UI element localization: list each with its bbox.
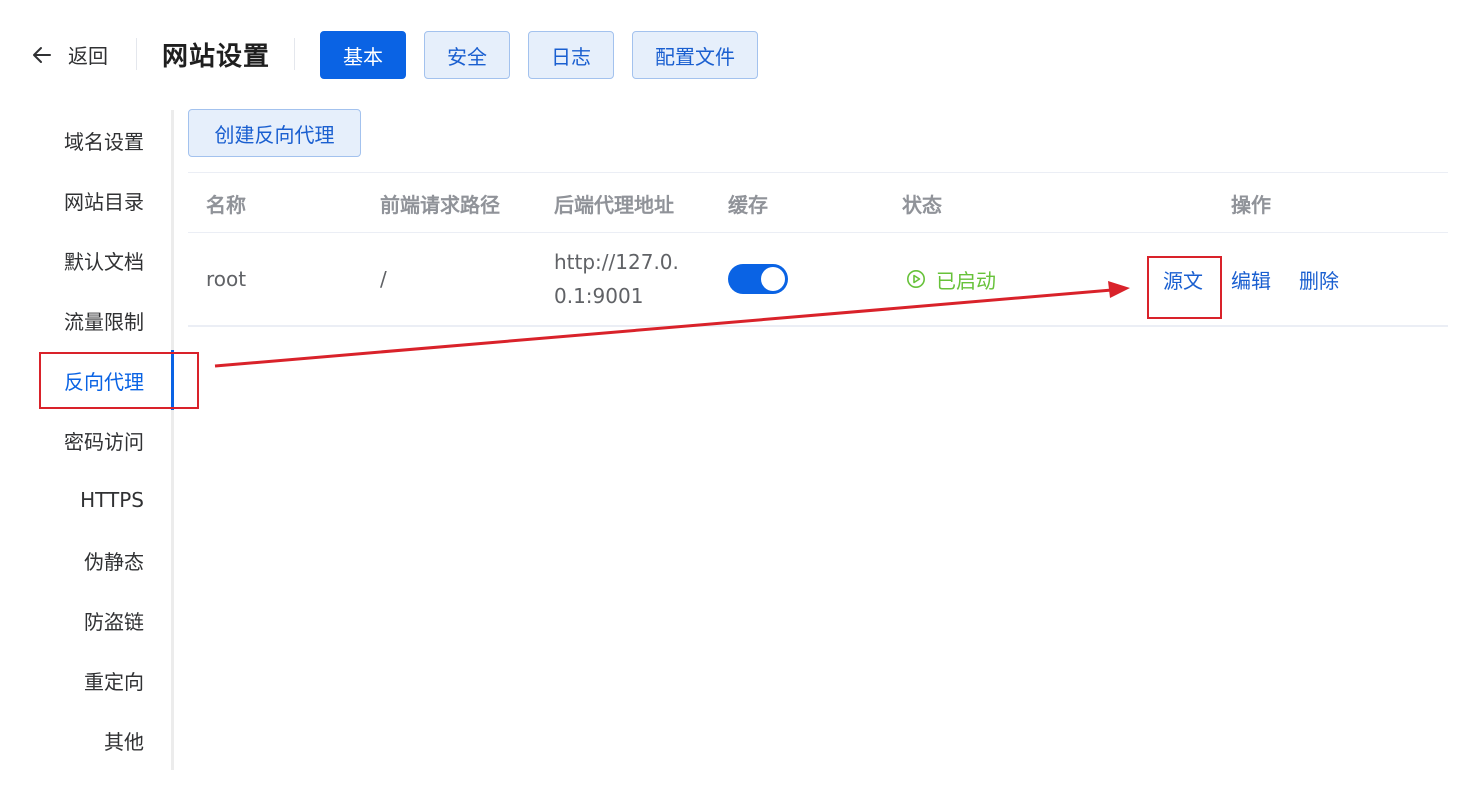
cell-edit-action: 编辑: [1231, 233, 1271, 325]
table-row: root / http://127.0.0.1:9001 已启动 源文 编辑 删…: [188, 233, 1448, 327]
back-button[interactable]: 返回: [30, 40, 108, 69]
table-header: 名称 前端请求路径 后端代理地址 缓存 状态 操作: [188, 172, 1448, 233]
cache-toggle[interactable]: [728, 264, 788, 294]
status-label: 已启动: [936, 268, 996, 293]
delete-link[interactable]: 删除: [1299, 265, 1339, 294]
create-reverse-proxy-button[interactable]: 创建反向代理: [188, 109, 361, 157]
divider: [294, 38, 295, 70]
cell-path: /: [380, 267, 387, 291]
arrow-left-icon: [33, 46, 51, 63]
page-title: 网站设置: [162, 42, 271, 72]
highlight-box-reverse-proxy: [39, 352, 199, 409]
highlight-box-source-link: [1147, 256, 1222, 319]
sidebar-item-redirect[interactable]: 重定向: [40, 650, 171, 710]
status-badge: 已启动: [906, 265, 996, 294]
website-settings-page: 返回 网站设置 基本 安全 日志 配置文件 域名设置 网站目录 默认文档 流量限…: [0, 0, 1478, 798]
play-circle-icon: [907, 270, 925, 288]
column-header-status: 状态: [902, 192, 942, 217]
column-header-actions: 操作: [1231, 192, 1271, 217]
sidebar-item-default-doc[interactable]: 默认文档: [40, 230, 171, 290]
sidebar-divider: [171, 110, 174, 770]
sidebar-item-traffic-limit[interactable]: 流量限制: [40, 290, 171, 350]
sidebar-item-password-access[interactable]: 密码访问: [40, 410, 171, 470]
cell-delete-action: 删除: [1299, 233, 1339, 325]
tab-security[interactable]: 安全: [424, 31, 510, 79]
sidebar-item-hotlink[interactable]: 防盗链: [40, 590, 171, 650]
column-header-name: 名称: [206, 192, 246, 217]
column-header-path: 前端请求路径: [380, 192, 500, 217]
sidebar-item-rewrite[interactable]: 伪静态: [40, 530, 171, 590]
column-header-cache: 缓存: [728, 192, 768, 217]
sidebar: 域名设置 网站目录 默认文档 流量限制 反向代理 密码访问 HTTPS 伪静态 …: [40, 110, 174, 770]
divider: [136, 38, 137, 70]
edit-link[interactable]: 编辑: [1231, 265, 1271, 294]
sidebar-item-domain[interactable]: 域名设置: [40, 110, 171, 170]
column-header-proxy: 后端代理地址: [554, 192, 674, 217]
reverse-proxy-table: 名称 前端请求路径 后端代理地址 缓存 状态 操作 root / http://…: [188, 172, 1448, 327]
sidebar-item-other[interactable]: 其他: [40, 710, 171, 770]
tab-logs[interactable]: 日志: [528, 31, 614, 79]
cell-proxy-address: http://127.0.0.1:9001: [554, 250, 679, 308]
back-label: 返回: [68, 44, 108, 68]
cell-cache: [728, 233, 788, 325]
sidebar-item-https[interactable]: HTTPS: [40, 470, 171, 530]
tab-basic[interactable]: 基本: [320, 31, 406, 79]
top-tabs: 基本 安全 日志 配置文件: [320, 31, 758, 79]
toggle-knob: [761, 267, 785, 291]
tab-config-file[interactable]: 配置文件: [632, 31, 758, 79]
cell-status: 已启动: [906, 233, 996, 325]
cell-name: root: [206, 267, 247, 291]
sidebar-item-site-dir[interactable]: 网站目录: [40, 170, 171, 230]
